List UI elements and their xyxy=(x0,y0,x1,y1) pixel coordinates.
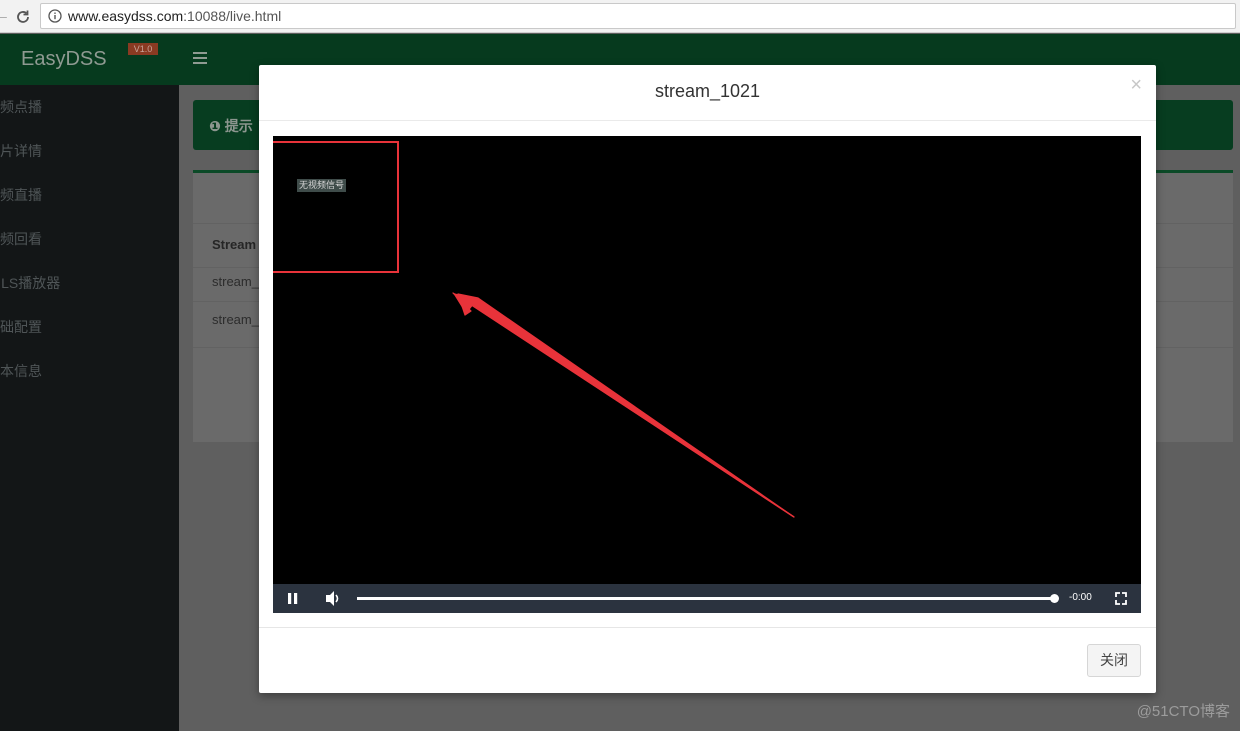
sidebar-item-vod[interactable]: 视频点播 xyxy=(0,97,42,121)
sidebar-item-label: HLS播放器 xyxy=(0,275,61,291)
annotation-arrow-head xyxy=(453,293,478,314)
url-host: www.easydss.com xyxy=(68,8,184,24)
back-arrow-icon[interactable]: ← xyxy=(0,7,10,25)
browser-toolbar: ← www.easydss.com:10088/live.html xyxy=(0,0,1240,33)
volume-icon[interactable] xyxy=(323,584,343,613)
sidebar-item-label: 切片详情 xyxy=(0,143,42,159)
sidebar-item-playback[interactable]: 视频回看 xyxy=(0,229,42,253)
sidebar-item-config[interactable]: 基础配置 xyxy=(0,317,42,341)
time-remaining: -0:00 xyxy=(1069,592,1092,603)
annotation-highlight-box xyxy=(273,141,399,273)
sidebar-item-label: 基础配置 xyxy=(0,319,42,335)
info-circle-icon[interactable] xyxy=(48,9,62,23)
close-button[interactable]: 关闭 xyxy=(1087,644,1141,677)
sidebar-item-label: 版本信息 xyxy=(0,363,42,379)
sidebar: 视频点播 切片详情 视频直播 视频回看 HLS播放器 基础配置 版本信息 xyxy=(0,85,179,731)
address-bar[interactable]: www.easydss.com:10088/live.html xyxy=(40,3,1236,29)
alert-text: ❶ 提示 xyxy=(209,118,253,134)
table-row: stream_ xyxy=(212,312,259,327)
video-modal: stream_1021 × 无视频信号 -0:00 关闭 xyxy=(259,65,1156,693)
modal-footer: 关闭 xyxy=(259,627,1156,694)
sidebar-item-hls-player[interactable]: HLS播放器 xyxy=(0,273,60,297)
sidebar-item-live[interactable]: 视频直播 xyxy=(0,185,42,209)
modal-title: stream_1021 xyxy=(654,81,761,101)
url-text: www.easydss.com:10088/live.html xyxy=(68,8,281,24)
table-row: stream_ xyxy=(212,274,259,289)
annotation-arrow xyxy=(452,292,795,518)
player-control-bar: -0:00 xyxy=(273,584,1141,613)
sidebar-item-label: 视频回看 xyxy=(0,231,42,247)
fullscreen-icon[interactable] xyxy=(1113,584,1129,613)
annotation-arrow-shaft xyxy=(462,298,795,518)
video-player[interactable]: 无视频信号 -0:00 xyxy=(273,136,1141,613)
no-signal-overlay: 无视频信号 xyxy=(297,179,347,192)
sidebar-item-slices[interactable]: 切片详情 xyxy=(0,141,42,165)
url-path: :10088/live.html xyxy=(183,8,282,24)
watermark: @51CTO博客 xyxy=(1136,703,1230,720)
table-header-stream: Stream xyxy=(212,237,257,252)
brand-logo-text: EasyDSS xyxy=(21,48,107,70)
sidebar-item-version[interactable]: 版本信息 xyxy=(0,361,42,385)
annotation-layer xyxy=(273,141,795,518)
progress-handle[interactable] xyxy=(1050,594,1059,603)
pause-icon[interactable] xyxy=(285,584,301,613)
version-badge: V1.0 xyxy=(128,43,158,55)
progress-bar[interactable] xyxy=(357,597,1055,600)
sidebar-item-label: 视频直播 xyxy=(0,187,42,203)
hamburger-menu-icon[interactable] xyxy=(193,52,207,64)
close-icon[interactable]: × xyxy=(1130,75,1142,95)
modal-header: stream_1021 × xyxy=(259,65,1156,121)
reload-icon[interactable] xyxy=(14,8,32,26)
sidebar-item-label: 视频点播 xyxy=(0,99,42,115)
